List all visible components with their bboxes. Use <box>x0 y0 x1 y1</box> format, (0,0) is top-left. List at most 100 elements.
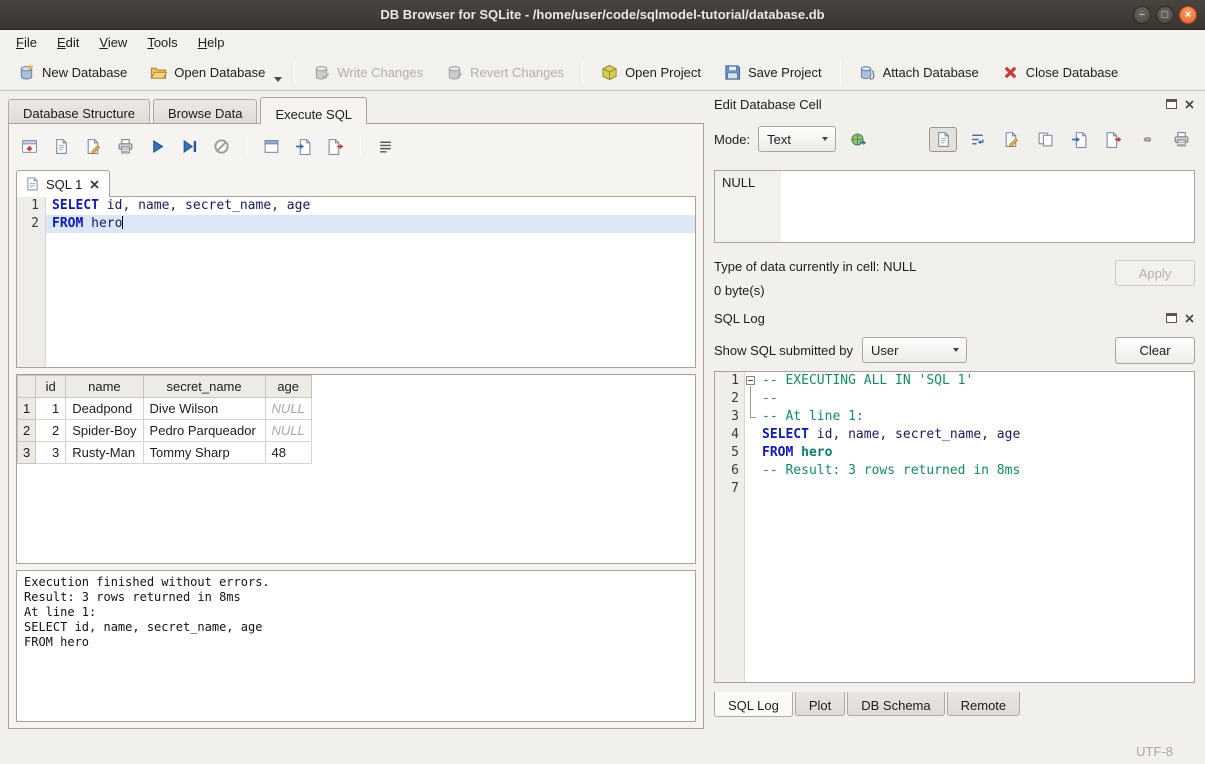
new-database-button[interactable]: New Database <box>8 59 137 86</box>
table-cell[interactable]: Spider-Boy <box>66 420 143 442</box>
table-cell[interactable]: NULL <box>265 420 311 442</box>
open-database-label: Open Database <box>174 65 265 80</box>
tab-browse-data[interactable]: Browse Data <box>153 99 257 123</box>
write-changes-button: Write Changes <box>303 59 433 86</box>
line-number: 4 <box>715 426 744 444</box>
save-project-icon <box>724 64 741 81</box>
close-dock-icon[interactable] <box>1184 313 1195 324</box>
sql-log-title: SQL Log <box>714 311 1166 326</box>
results-table: idnamesecret_nameage 11DeadpondDive Wils… <box>17 375 312 464</box>
maximize-button[interactable]: □ <box>1156 6 1174 24</box>
column-header[interactable]: name <box>66 376 143 398</box>
close-tab-icon[interactable] <box>89 179 100 190</box>
menu-help[interactable]: Help <box>188 32 235 53</box>
table-cell[interactable]: Pedro Parqueador <box>143 420 265 442</box>
execute-all-button[interactable] <box>144 133 171 159</box>
save-sql-file-button[interactable] <box>80 133 107 159</box>
left-panel: Database Structure Browse Data Execute S… <box>0 91 704 738</box>
table-cell[interactable]: Deadpond <box>66 398 143 420</box>
table-cell[interactable]: Dive Wilson <box>143 398 265 420</box>
sql-log-header: SQL Log <box>714 309 1195 327</box>
sql-file-icon <box>26 177 39 191</box>
copy-cell-button[interactable] <box>1031 127 1059 152</box>
import-sql-icon <box>295 138 312 155</box>
table-cell[interactable]: 1 <box>36 398 66 420</box>
print-cell-icon <box>1173 131 1190 148</box>
export-cell-data-button[interactable] <box>1099 127 1127 152</box>
table-cell[interactable]: 48 <box>265 442 311 464</box>
tab-db-schema[interactable]: DB Schema <box>847 692 944 716</box>
save-sql-file-icon <box>85 138 102 155</box>
editor-code[interactable]: SELECT id, name, secret_name, ageFROM he… <box>46 197 695 367</box>
close-dock-icon[interactable] <box>1184 99 1195 110</box>
table-cell[interactable]: Tommy Sharp <box>143 442 265 464</box>
execute-current-line-button[interactable] <box>176 133 203 159</box>
log-line <box>759 480 1194 498</box>
attach-database-button[interactable]: Attach Database <box>849 59 989 86</box>
open-sql-file-button[interactable] <box>48 133 75 159</box>
results-header-row: idnamesecret_nameage <box>18 376 312 398</box>
open-query-tab-button[interactable] <box>258 133 285 159</box>
editor-line[interactable]: SELECT id, name, secret_name, age <box>46 197 695 215</box>
sql-editor[interactable]: 12 SELECT id, name, secret_name, ageFROM… <box>16 196 696 368</box>
log-filter-select[interactable]: User <box>862 337 967 363</box>
open-database-dropdown-caret[interactable] <box>274 77 282 82</box>
table-cell[interactable]: Rusty-Man <box>66 442 143 464</box>
tab-database-structure[interactable]: Database Structure <box>8 99 150 123</box>
menu-file[interactable]: File <box>6 32 47 53</box>
execute-sql-panel: SQL 1 12 SELECT id, name, secret_name, a… <box>8 123 704 729</box>
print-button[interactable] <box>112 133 139 159</box>
save-project-button[interactable]: Save Project <box>714 59 832 86</box>
text-mode-button[interactable] <box>929 127 957 152</box>
text-mode-icon <box>935 131 952 148</box>
export-sql-icon <box>327 138 344 155</box>
set-null-button[interactable] <box>1133 127 1161 152</box>
open-project-button[interactable]: Open Project <box>591 59 711 86</box>
tab-remote[interactable]: Remote <box>947 692 1021 716</box>
close-database-button[interactable]: Close Database <box>992 59 1129 86</box>
collapse-icon[interactable] <box>746 376 755 385</box>
table-cell[interactable]: 2 <box>36 420 66 442</box>
tab-plot[interactable]: Plot <box>795 692 845 716</box>
import-sql-button[interactable] <box>290 133 317 159</box>
column-header[interactable]: secret_name <box>143 376 265 398</box>
menu-tools[interactable]: Tools <box>137 32 187 53</box>
text-cursor <box>122 216 123 229</box>
table-row: 22Spider-BoyPedro ParqueadorNULL <box>18 420 312 442</box>
open-database-button[interactable]: Open Database <box>140 59 275 86</box>
save-cell-button[interactable] <box>997 127 1025 152</box>
main-tab-bar: Database Structure Browse Data Execute S… <box>8 97 704 123</box>
row-number[interactable]: 2 <box>18 420 36 442</box>
editor-line[interactable]: FROM hero <box>46 215 695 233</box>
column-header[interactable]: age <box>265 376 311 398</box>
row-number[interactable]: 3 <box>18 442 36 464</box>
mode-select[interactable]: Text <box>758 126 836 152</box>
menu-edit[interactable]: Edit <box>47 32 89 53</box>
new-sql-tab-button[interactable] <box>16 133 43 159</box>
log-line: -- At line 1: <box>759 408 1194 426</box>
word-wrap-cell-button[interactable] <box>963 127 991 152</box>
float-dock-icon[interactable] <box>1166 313 1177 323</box>
line-number: 3 <box>715 408 744 426</box>
menu-view[interactable]: View <box>89 32 137 53</box>
export-sql-button[interactable] <box>322 133 349 159</box>
new-database-icon <box>18 64 35 81</box>
close-window-button[interactable]: × <box>1179 6 1197 24</box>
tab-execute-sql[interactable]: Execute SQL <box>260 97 367 124</box>
tab-sql-log[interactable]: SQL Log <box>714 692 793 717</box>
table-cell[interactable]: 3 <box>36 442 66 464</box>
column-header[interactable]: id <box>36 376 66 398</box>
sql-tab[interactable]: SQL 1 <box>16 170 110 197</box>
sql-log-view[interactable]: 1234567 -- EXECUTING ALL IN 'SQL 1'---- … <box>714 371 1195 683</box>
cell-editor[interactable]: NULL <box>714 170 1195 243</box>
print-cell-button[interactable] <box>1167 127 1195 152</box>
float-dock-icon[interactable] <box>1166 99 1177 109</box>
row-number[interactable]: 1 <box>18 398 36 420</box>
clear-log-button[interactable]: Clear <box>1115 337 1195 364</box>
minimize-button[interactable]: − <box>1133 6 1151 24</box>
import-cell-data-button[interactable] <box>1065 127 1093 152</box>
fold-marker[interactable] <box>745 372 759 390</box>
open-file-in-cell-button[interactable] <box>844 127 872 152</box>
word-wrap-button[interactable] <box>372 133 399 159</box>
table-cell[interactable]: NULL <box>265 398 311 420</box>
